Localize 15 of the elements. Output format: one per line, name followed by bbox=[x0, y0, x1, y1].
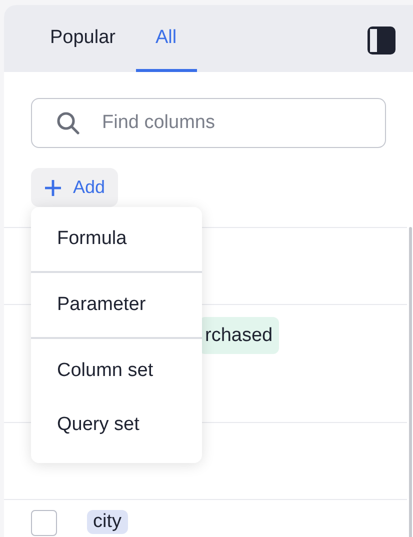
menu-item[interactable]: Parameter bbox=[31, 293, 202, 317]
checkbox[interactable] bbox=[31, 510, 57, 536]
tab[interactable]: All bbox=[136, 5, 197, 72]
plus-icon bbox=[44, 178, 62, 196]
search-field[interactable]: Find columns bbox=[31, 98, 386, 148]
column-tag: city bbox=[87, 510, 128, 534]
scrollbar[interactable] bbox=[409, 227, 412, 537]
tab[interactable]: Popular bbox=[30, 5, 136, 72]
panel-toggle-icon[interactable] bbox=[367, 26, 396, 55]
add-button[interactable]: Add bbox=[31, 168, 118, 207]
search-icon bbox=[56, 111, 80, 135]
menu-item[interactable]: Formula bbox=[31, 227, 202, 251]
menu-item[interactable]: Column set bbox=[31, 359, 202, 383]
menu-item[interactable]: Query set bbox=[31, 413, 202, 437]
column-tag: rchased bbox=[199, 317, 279, 354]
